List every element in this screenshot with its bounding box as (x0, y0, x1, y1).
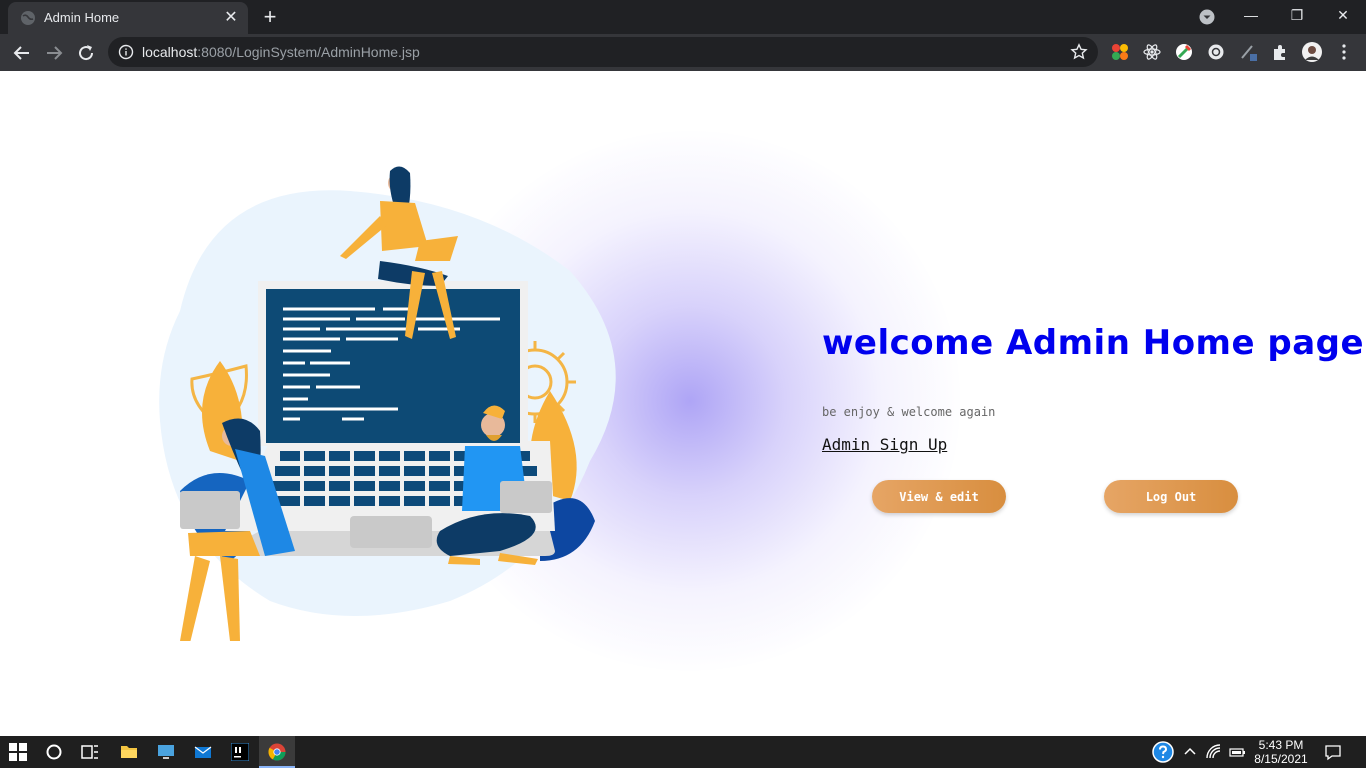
reload-icon[interactable] (73, 40, 99, 66)
wifi-icon[interactable] (1205, 743, 1223, 761)
arrow-right-icon[interactable] (41, 40, 67, 66)
react-devtools-icon[interactable] (1142, 42, 1162, 62)
address-bar[interactable]: localhost:8080/LoginSystem/AdminHome.jsp (108, 37, 1098, 67)
task-view-icon (81, 745, 98, 759)
white-circle-extension-icon[interactable] (1206, 42, 1226, 62)
tab-admin-home[interactable]: Admin Home ✕ (8, 2, 248, 34)
pen-extension-icon[interactable] (1238, 42, 1258, 62)
browser-tab-strip: Admin Home ✕ + — ❐ ✕ (0, 0, 1366, 34)
browser-toolbar: localhost:8080/LoginSystem/AdminHome.jsp (0, 34, 1366, 71)
this-pc-button[interactable] (148, 736, 184, 768)
clock-time: 5:43 PM (1258, 738, 1304, 752)
search-button[interactable] (36, 736, 72, 768)
chevron-up-icon[interactable] (1181, 743, 1199, 761)
restore-button[interactable]: ❐ (1274, 0, 1320, 32)
close-window-button[interactable]: ✕ (1320, 0, 1366, 32)
tab-search-icon[interactable] (1198, 8, 1216, 26)
kebab-menu-icon[interactable] (1334, 42, 1354, 62)
log-out-button[interactable]: Log Out (1104, 480, 1238, 513)
system-clock[interactable]: 5:43 PM 8/15/2021 (1248, 738, 1314, 766)
clock-date: 8/15/2021 (1254, 752, 1308, 766)
minimize-button[interactable]: — (1228, 0, 1274, 32)
windows-logo-icon (9, 743, 27, 761)
mail-icon (194, 746, 212, 758)
intellij-button[interactable] (222, 736, 258, 768)
battery-icon[interactable] (1228, 743, 1246, 761)
globe-icon (21, 11, 35, 25)
task-view-button[interactable] (72, 736, 108, 768)
chrome-icon (268, 743, 286, 761)
puzzle-icon[interactable] (1270, 42, 1290, 62)
colorful-extension-icon[interactable] (1110, 42, 1130, 62)
arrow-left-icon[interactable] (9, 40, 35, 66)
folder-icon (121, 746, 137, 758)
team-laptop-illustration (159, 166, 616, 641)
view-edit-button[interactable]: View & edit (872, 480, 1006, 513)
page-title: welcome Admin Home page (822, 323, 1365, 363)
mail-button[interactable] (185, 736, 221, 768)
file-explorer-button[interactable] (111, 736, 147, 768)
notification-icon[interactable] (1324, 743, 1342, 761)
welcome-subtitle: be enjoy & welcome again (822, 405, 996, 419)
color-picker-extension-icon[interactable] (1174, 42, 1194, 62)
tab-title: Admin Home (44, 10, 120, 25)
admin-home-page: welcome Admin Home page be enjoy & welco… (0, 71, 1366, 736)
url-text: localhost:8080/LoginSystem/AdminHome.jsp (142, 44, 420, 60)
profile-avatar-icon[interactable] (1302, 42, 1322, 62)
url-path: :8080/LoginSystem/AdminHome.jsp (197, 44, 420, 60)
star-icon[interactable] (1070, 43, 1088, 61)
windows-taskbar: 5:43 PM 8/15/2021 (0, 736, 1366, 768)
info-icon[interactable] (118, 44, 134, 60)
monitor-icon (158, 745, 174, 759)
chrome-taskbar-button[interactable] (259, 736, 295, 768)
help-icon[interactable] (1152, 741, 1174, 763)
new-tab-button[interactable]: + (259, 6, 281, 28)
admin-sign-up-link[interactable]: Admin Sign Up (822, 435, 947, 454)
start-button[interactable] (0, 736, 36, 768)
intellij-icon (231, 743, 249, 761)
search-circle-icon (46, 744, 62, 760)
close-tab-icon[interactable]: ✕ (222, 9, 240, 27)
url-host: localhost (142, 44, 198, 60)
